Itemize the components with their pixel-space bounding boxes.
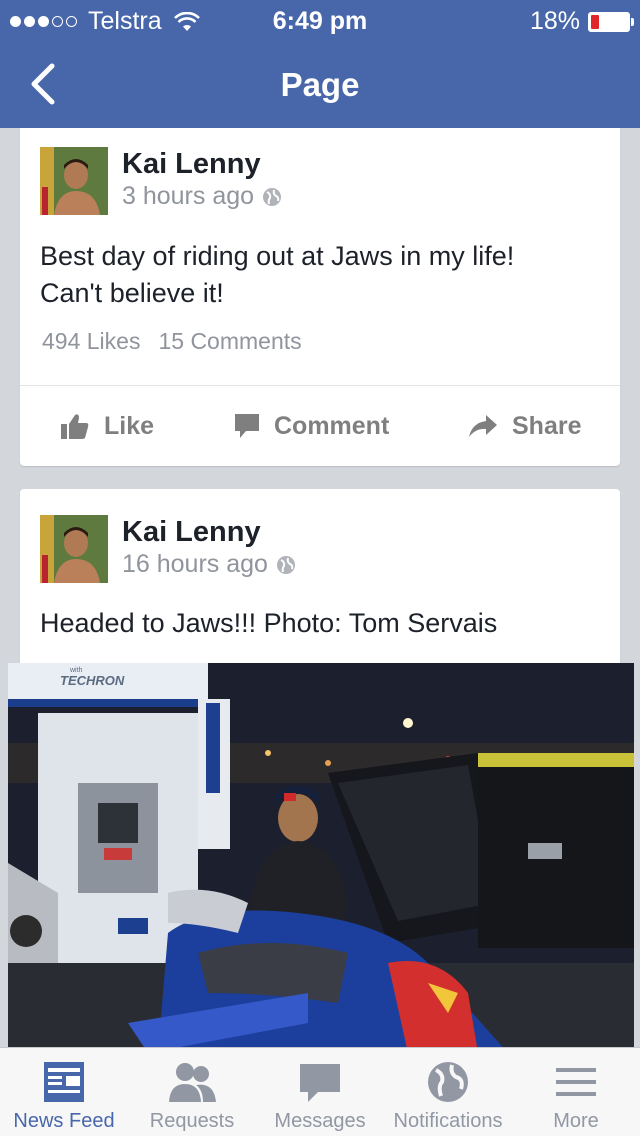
top-bar: Telstra 6:49 pm 18% Page [0, 0, 640, 128]
messages-icon [300, 1064, 340, 1102]
author-avatar[interactable] [40, 515, 108, 583]
post-photo[interactable]: TECHRON with [8, 663, 634, 1053]
comment-button[interactable]: Comment [234, 386, 389, 466]
thumbs-up-icon [61, 414, 89, 439]
status-bar: Telstra 6:49 pm 18% [0, 0, 640, 40]
tab-more[interactable]: More [512, 1048, 640, 1136]
tab-bar: News Feed Requests Messages Notification… [0, 1047, 640, 1136]
post-card: Kai Lenny 3 hours ago Best day of riding… [20, 128, 620, 466]
author-name[interactable]: Kai Lenny [122, 516, 261, 549]
battery-icon [588, 11, 634, 32]
comment-bubble-icon [235, 414, 259, 438]
page-title: Page [280, 66, 360, 103]
tab-news-feed[interactable]: News Feed [0, 1048, 128, 1136]
like-button[interactable]: Like [60, 386, 154, 466]
techron-sign-small: with [69, 667, 83, 674]
post-stats: 494 Likes 15 Comments [42, 328, 320, 355]
share-arrow-icon [469, 415, 497, 437]
share-button[interactable]: Share [468, 386, 581, 466]
tab-notifications[interactable]: Notifications [384, 1048, 512, 1136]
post-card: Kai Lenny 16 hours ago Headed to Jaws!!!… [8, 489, 634, 1089]
friend-requests-icon [169, 1063, 216, 1102]
navigation-bar: Page [0, 40, 640, 128]
post-time[interactable]: 16 hours ago [122, 550, 268, 579]
author-name[interactable]: Kai Lenny [122, 148, 261, 181]
techron-sign: TECHRON [60, 673, 125, 688]
post-text: Headed to Jaws!!! Photo: Tom Servais [40, 608, 498, 638]
likes-count[interactable]: 494 Likes [42, 328, 140, 354]
public-globe-icon [276, 555, 295, 574]
tab-requests[interactable]: Requests [128, 1048, 256, 1136]
menu-icon [556, 1068, 596, 1096]
post-text: Best day of riding out at Jaws in my lif… [40, 241, 515, 308]
comments-count[interactable]: 15 Comments [158, 328, 301, 354]
battery-percent: 18% [529, 7, 580, 35]
globe-icon [428, 1062, 468, 1102]
post-time[interactable]: 3 hours ago [122, 182, 254, 211]
post-actions: Like Comment Share [20, 386, 620, 466]
tab-messages[interactable]: Messages [256, 1048, 384, 1136]
news-feed-icon [44, 1062, 84, 1102]
author-avatar[interactable] [40, 147, 108, 215]
public-globe-icon [263, 187, 282, 206]
